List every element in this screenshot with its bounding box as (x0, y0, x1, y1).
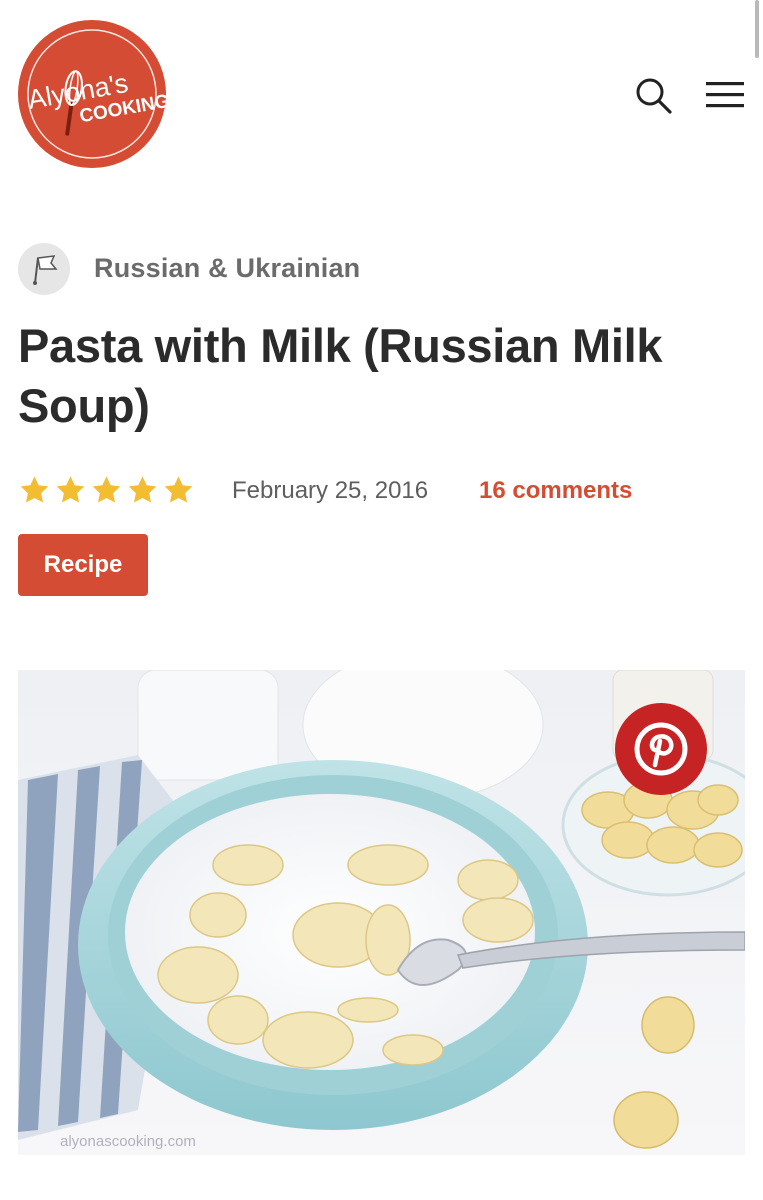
hero-image: alyonascooking.com (18, 670, 745, 1155)
hamburger-menu-icon (706, 82, 744, 108)
pinterest-save-button[interactable] (615, 703, 707, 795)
scrollbar[interactable] (755, 0, 759, 58)
site-logo[interactable]: Alyona's COOKING (18, 20, 166, 168)
star-icon (56, 476, 85, 503)
category-link[interactable]: Russian & Ukrainian (94, 253, 360, 284)
comments-link[interactable]: 16 comments (479, 477, 632, 505)
star-icon (92, 476, 121, 503)
category-avatar-icon[interactable] (18, 243, 70, 295)
star-rating[interactable] (18, 474, 195, 506)
menu-button[interactable] (704, 78, 748, 114)
post-date: February 25, 2016 (232, 477, 429, 504)
page-title: Pasta with Milk (Russian Milk Soup) (18, 319, 663, 432)
search-button[interactable] (634, 76, 674, 116)
search-icon (636, 78, 672, 114)
star-icon (20, 476, 49, 503)
jump-to-recipe-button[interactable]: Recipe (18, 534, 148, 596)
star-icon (164, 476, 193, 503)
pinterest-icon (634, 722, 688, 776)
image-watermark: alyonascooking.com (60, 1133, 196, 1150)
star-icon (128, 476, 157, 503)
